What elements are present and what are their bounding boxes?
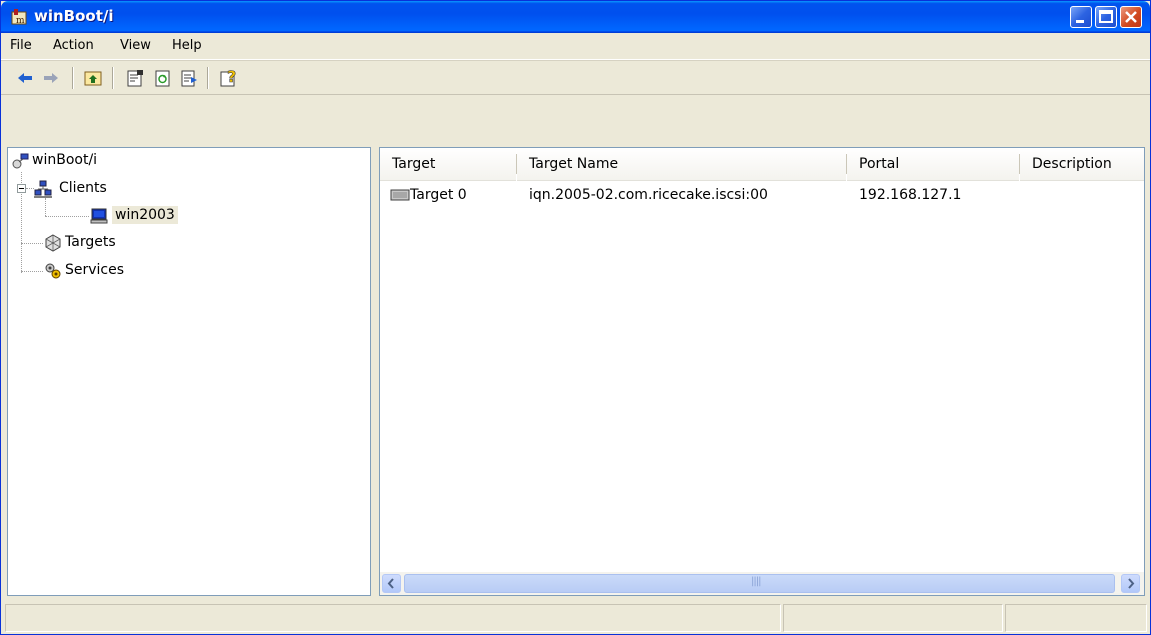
close-button[interactable]: [1120, 6, 1142, 28]
tree-label-clients: Clients: [59, 180, 107, 196]
scroll-grip: ||||: [751, 576, 762, 587]
menu-action[interactable]: Action: [53, 38, 94, 53]
list-pane[interactable]: Target Target Name Portal Description Ta…: [379, 147, 1145, 596]
svg-text:m: m: [16, 16, 25, 26]
up-folder-icon[interactable]: [83, 68, 103, 88]
target-drive-icon: [390, 189, 410, 201]
scroll-right-button[interactable]: [1121, 574, 1140, 593]
title-bar[interactable]: m winBoot/i: [1, 1, 1150, 33]
tree-label-targets: Targets: [65, 234, 116, 250]
column-header-target-name[interactable]: Target Name: [517, 148, 846, 181]
menu-help[interactable]: Help: [172, 38, 202, 53]
svg-text:?: ?: [227, 68, 236, 86]
maximize-button[interactable]: [1095, 6, 1117, 28]
chevron-left-icon: [387, 578, 394, 589]
toolbar-separator: [112, 67, 114, 89]
back-arrow-icon[interactable]: [15, 68, 35, 88]
tree-connector: [26, 188, 34, 189]
refresh-icon[interactable]: [153, 68, 173, 88]
cell-target-name: iqn.2005-02.com.ricecake.iscsi:00: [529, 187, 768, 203]
scroll-left-button[interactable]: [382, 574, 401, 593]
targets-icon: [45, 234, 61, 252]
column-header-portal[interactable]: Portal: [847, 148, 1019, 181]
horizontal-scrollbar[interactable]: ||||: [380, 572, 1144, 595]
column-header-description[interactable]: Description: [1020, 148, 1144, 181]
window-title: winBoot/i: [34, 7, 114, 25]
tree-label-win2003: win2003: [112, 206, 178, 224]
services-icon: [45, 263, 61, 279]
tree-connector: [21, 243, 43, 244]
status-segment: [1005, 604, 1147, 632]
scroll-thumb[interactable]: ||||: [404, 574, 1115, 593]
maximize-icon: [1099, 10, 1113, 23]
cell-portal: 192.168.127.1: [859, 187, 962, 203]
toolbar-separator: [207, 67, 209, 89]
computer-icon: [90, 208, 108, 224]
clients-icon: [34, 180, 52, 198]
menu-view[interactable]: View: [120, 38, 151, 53]
status-bar: [1, 602, 1150, 634]
list-row[interactable]: Target 0 iqn.2005-02.com.ricecake.iscsi:…: [380, 183, 1144, 205]
minimize-button[interactable]: [1070, 6, 1092, 28]
collapse-toggle[interactable]: [17, 184, 26, 193]
tree-connector: [45, 198, 46, 216]
close-icon: [1125, 11, 1137, 23]
status-segment: [783, 604, 1003, 632]
status-segment: [5, 604, 781, 632]
forward-arrow-icon[interactable]: [41, 68, 61, 88]
tree-label-root: winBoot/i: [32, 152, 98, 168]
app-icon: m: [11, 9, 27, 26]
tree-label-services: Services: [65, 262, 125, 278]
toolbar: ?: [1, 60, 1150, 95]
menu-file[interactable]: File: [10, 38, 32, 53]
properties-icon[interactable]: [125, 68, 145, 88]
app-window: m winBoot/i File Action View Help ? winB…: [0, 0, 1151, 635]
tree-pane[interactable]: winBoot/i Clients win2003 Targets Servic…: [7, 147, 371, 596]
minimize-icon: [1076, 20, 1084, 23]
export-list-icon[interactable]: [179, 68, 199, 88]
toolbar-separator: [72, 67, 74, 89]
chevron-right-icon: [1128, 578, 1135, 589]
list-header: Target Target Name Portal Description: [380, 148, 1144, 181]
column-header-target[interactable]: Target: [380, 148, 516, 181]
tree-connector: [45, 216, 89, 217]
help-icon[interactable]: ?: [219, 68, 239, 88]
menu-bar: File Action View Help: [1, 33, 1150, 60]
tree-connector: [21, 271, 43, 272]
cell-target: Target 0: [410, 187, 467, 203]
network-root-icon: [12, 153, 29, 169]
